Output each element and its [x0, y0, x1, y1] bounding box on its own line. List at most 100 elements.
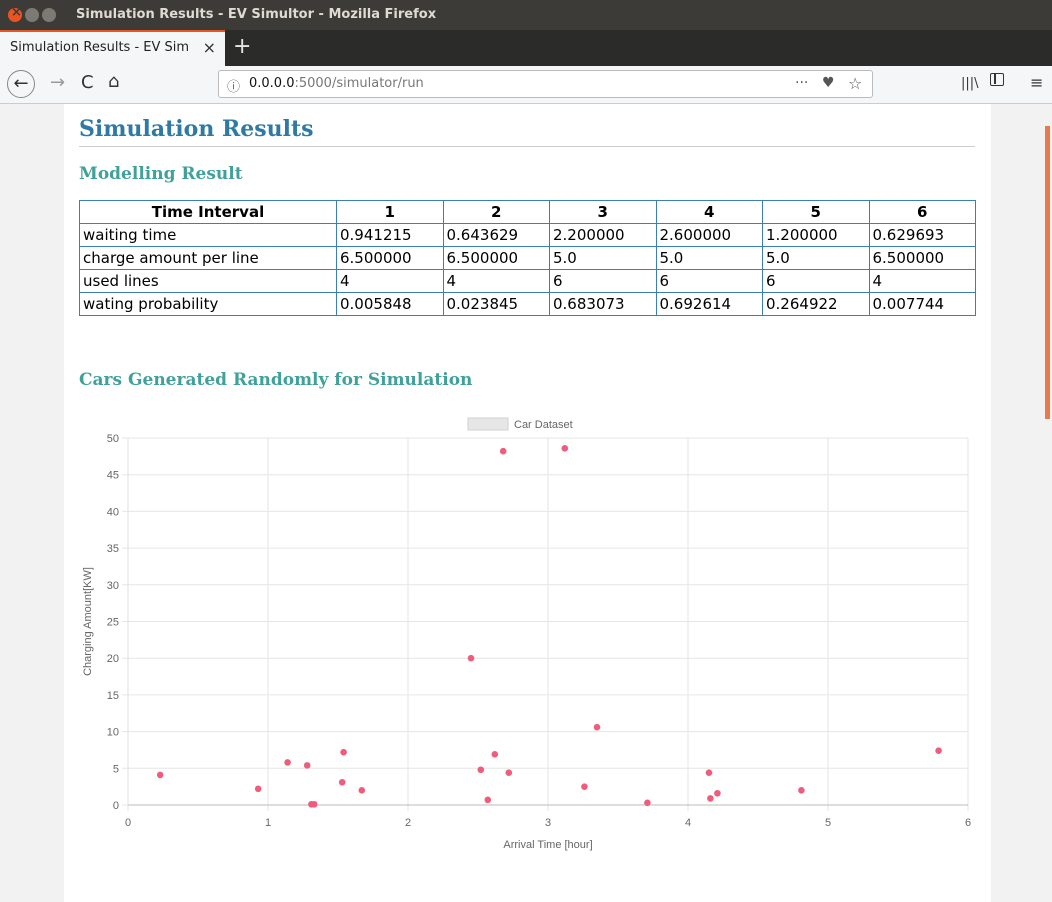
forward-button[interactable]: →	[50, 72, 65, 93]
library-icon[interactable]: |||\	[961, 76, 979, 91]
data-point	[254, 785, 262, 793]
header-cell: 4	[655, 200, 763, 224]
data-point	[561, 444, 569, 452]
table-cell: charge amount per line	[79, 246, 337, 270]
y-tick-label: 30	[107, 580, 119, 592]
window-maximize-button[interactable]	[42, 8, 56, 22]
data-point	[491, 751, 499, 758]
legend-label: Car Dataset	[514, 419, 573, 431]
data-point	[581, 783, 588, 790]
site-info-icon[interactable]: ⓘ	[227, 76, 240, 95]
header-cell: 1	[336, 200, 444, 224]
data-point	[935, 747, 942, 754]
x-tick-label: 3	[545, 817, 551, 829]
reload-button[interactable]: C	[81, 72, 94, 93]
data-point	[467, 654, 475, 662]
bookmark-star-icon[interactable]: ☆	[848, 74, 862, 93]
window-title-bar: Simulation Results - EV Simultor - Mozil…	[0, 0, 1052, 30]
data-point	[156, 771, 164, 779]
url-path: :5000/simulator/run	[294, 76, 424, 91]
home-button[interactable]: ⌂	[108, 71, 119, 92]
header-cell: 3	[549, 200, 657, 224]
data-point	[310, 800, 318, 808]
title-divider	[79, 146, 975, 147]
data-point	[505, 769, 513, 777]
table-cell: 2.600000	[655, 223, 763, 247]
header-cell: 6	[868, 200, 976, 224]
table-cell: 2.200000	[549, 223, 657, 247]
table-cell: 6	[655, 269, 763, 293]
tab-simulation-results[interactable]: Simulation Results - EV Sim ×	[0, 30, 225, 66]
page-actions-icon[interactable]: ···	[795, 75, 808, 91]
table-cell: 0.692614	[655, 292, 763, 316]
x-tick-label: 0	[125, 817, 131, 829]
table-cell: 0.007744	[868, 292, 976, 316]
back-button[interactable]: ←	[7, 70, 35, 98]
table-cell: 4	[336, 269, 444, 293]
tab-title: Simulation Results - EV Sim	[10, 40, 190, 55]
x-tick-label: 2	[405, 817, 411, 829]
page-content: Simulation Results Modelling Result Time…	[64, 104, 991, 902]
table-cell: 4	[868, 269, 976, 293]
new-tab-button[interactable]: +	[233, 34, 251, 59]
url-host: 0.0.0.0	[249, 76, 295, 91]
data-point	[303, 762, 311, 769]
url-text[interactable]: 0.0.0.0:5000/simulator/run	[249, 76, 424, 91]
table-cell: 6.500000	[868, 246, 976, 270]
table-row: waiting time 0.941215 0.643629 2.200000 …	[79, 223, 976, 247]
modelling-heading: Modelling Result	[79, 164, 243, 184]
table-cell: wating probability	[79, 292, 337, 316]
window-minimize-button[interactable]	[25, 8, 39, 22]
scrollbar-thumb[interactable]	[1045, 126, 1050, 419]
table-cell: 1.200000	[762, 223, 870, 247]
table-cell: 5.0	[655, 246, 763, 270]
y-tick-label: 35	[107, 543, 119, 555]
url-bar[interactable]: ⓘ 0.0.0.0:5000/simulator/run ··· ♥ ☆	[218, 70, 873, 98]
table-cell: 5.0	[549, 246, 657, 270]
table-cell: 4	[442, 269, 550, 293]
y-tick-label: 10	[107, 727, 119, 739]
tab-close-icon[interactable]: ×	[203, 38, 216, 57]
navigation-toolbar: ← → C ⌂ ⓘ 0.0.0.0:5000/simulator/run ···…	[0, 66, 1052, 104]
data-point	[340, 748, 347, 756]
data-point	[707, 795, 714, 802]
table-cell: waiting time	[79, 223, 337, 247]
pocket-icon[interactable]: ♥	[822, 75, 835, 91]
y-tick-label: 50	[107, 433, 119, 445]
data-point	[798, 787, 805, 794]
window-close-button[interactable]	[8, 5, 22, 22]
table-row: wating probability 0.005848 0.023845 0.6…	[79, 292, 976, 316]
window-title: Simulation Results - EV Simultor - Mozil…	[76, 7, 437, 22]
data-point	[338, 778, 346, 786]
table-row: used lines 4 4 6 6 6 4	[79, 269, 976, 293]
table-cell: 0.683073	[549, 292, 657, 316]
y-tick-label: 0	[113, 800, 119, 812]
data-point	[644, 799, 651, 807]
data-point	[714, 789, 721, 797]
data-point	[284, 759, 291, 766]
header-cell: 5	[762, 200, 870, 224]
table-cell: 0.941215	[336, 223, 444, 247]
y-axis-label: Charging Amount[KW]	[82, 567, 94, 676]
y-tick-label: 20	[107, 653, 119, 665]
x-tick-label: 5	[825, 817, 831, 829]
header-cell: 2	[442, 200, 550, 224]
data-point	[484, 796, 492, 804]
y-tick-label: 25	[107, 617, 119, 629]
table-cell: 6.500000	[336, 246, 444, 270]
table-cell: 5.0	[762, 246, 870, 270]
sidebar-icon[interactable]	[990, 73, 1004, 86]
page-title: Simulation Results	[79, 116, 314, 142]
cars-heading: Cars Generated Randomly for Simulation	[79, 370, 473, 390]
results-table: Time Interval 1 2 3 4 5 6 waiting time 0…	[79, 200, 976, 316]
menu-icon[interactable]: ≡	[1030, 73, 1043, 92]
table-row: charge amount per line 6.500000 6.500000…	[79, 246, 976, 270]
table-cell: 6	[762, 269, 870, 293]
legend-swatch	[467, 417, 509, 431]
table-cell: 6.500000	[442, 246, 550, 270]
tab-bar: Simulation Results - EV Sim × +	[0, 30, 1052, 66]
table-cell: 6	[549, 269, 657, 293]
x-tick-label: 1	[265, 817, 271, 829]
table-cell: used lines	[79, 269, 337, 293]
x-axis-label: Arrival Time [hour]	[503, 839, 592, 851]
